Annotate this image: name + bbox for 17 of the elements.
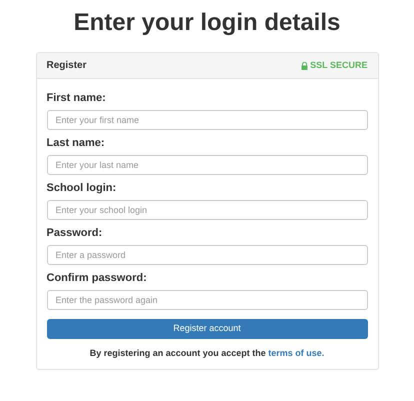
panel-title: Register <box>46 59 87 73</box>
terms-link[interactable]: terms of use. <box>268 348 324 358</box>
input-field[interactable]: Enter the password again <box>46 290 368 310</box>
field-label: First name: <box>46 91 107 105</box>
terms-notice: By registering an account you accept the terms of use. <box>88 347 326 360</box>
input-field[interactable]: Enter your last name <box>46 155 368 175</box>
input-field[interactable]: Enter a password <box>46 245 368 265</box>
lock-icon <box>301 62 308 70</box>
page-title: Enter your login details <box>74 8 340 38</box>
field-label: Confirm password: <box>46 271 148 285</box>
register-button[interactable]: Register account <box>46 319 368 339</box>
ssl-secure-label: SSL SECURE <box>310 58 368 72</box>
input-field[interactable]: Enter your first name <box>46 110 368 130</box>
input-field[interactable]: Enter your school login <box>46 200 368 220</box>
field-label: School login: <box>46 181 118 195</box>
field-label: Last name: <box>46 136 106 150</box>
field-label: Password: <box>46 226 104 240</box>
